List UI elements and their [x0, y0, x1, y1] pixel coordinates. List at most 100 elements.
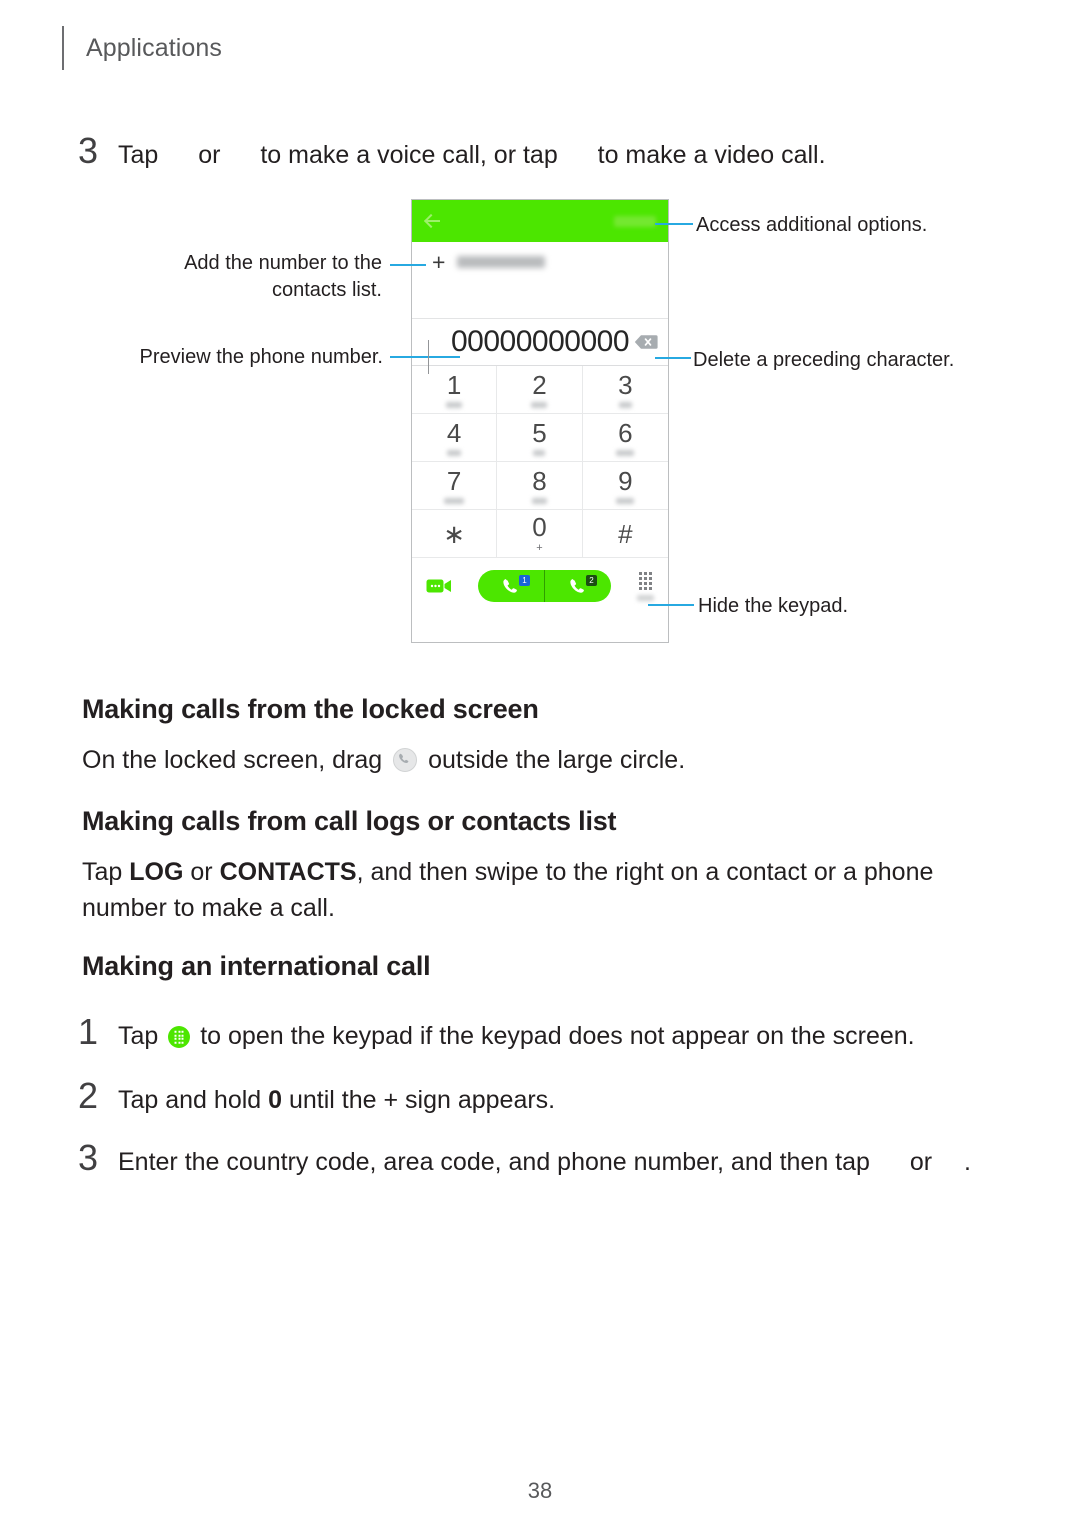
paragraph-call-logs: Tap LOG or CONTACTS, and then swipe to t… — [82, 854, 1012, 927]
key-digit: ∗ — [443, 518, 466, 549]
step-text: Tap to open the keypad if the keypad doe… — [118, 1020, 915, 1054]
key-digit: 1 — [446, 369, 462, 400]
intl1-part-1: Tap — [118, 1022, 159, 1050]
key-asterisk[interactable]: ∗ — [412, 510, 498, 558]
key-8[interactable]: 8 — [497, 462, 583, 510]
more-options-icon[interactable] — [614, 215, 656, 227]
contacts-tab-label: CONTACTS — [219, 858, 357, 886]
step-text-part-4: to make a video call. — [597, 141, 826, 169]
key-sublabel — [531, 401, 548, 408]
callout-delete-character: Delete a preceding character. — [693, 349, 955, 371]
add-to-contacts-row[interactable]: + — [412, 242, 668, 282]
intl3-part-2: or — [909, 1148, 933, 1176]
intl1-part-2: to open the keypad if the keypad does no… — [200, 1022, 915, 1050]
sim1-badge: 1 — [519, 575, 530, 586]
leader-line-access-options — [655, 223, 693, 225]
key-digit: 2 — [532, 369, 547, 400]
sim2-badge: 2 — [586, 575, 597, 586]
header-divider — [62, 26, 64, 70]
call-buttons-group[interactable]: 1 2 — [478, 570, 611, 602]
callout-preview-number: Preview the phone number. — [139, 346, 384, 368]
key-zero-label: 0 — [268, 1086, 283, 1114]
page-title: Applications — [86, 33, 223, 62]
key-sublabel — [447, 449, 462, 456]
key-0[interactable]: 0 + — [497, 510, 583, 558]
step-international-2: 2 Tap and hold 0 until the + sign appear… — [78, 1078, 978, 1118]
key-7[interactable]: 7 — [412, 462, 498, 510]
heading-locked-screen: Making calls from the locked screen — [82, 694, 539, 724]
key-2[interactable]: 2 — [497, 366, 583, 414]
key-3[interactable]: 3 — [582, 366, 668, 414]
step-number: 3 — [78, 1137, 99, 1178]
leader-line-hide-keypad — [648, 604, 694, 606]
key-sublabel — [616, 497, 635, 504]
page-number: 38 — [527, 1478, 553, 1503]
step-voice-video-call: 3 Tap or to make a voice call, or tap to… — [78, 133, 978, 173]
key-6[interactable]: 6 — [582, 414, 668, 462]
logs-body-part-2: or — [183, 858, 220, 886]
key-digit: 6 — [618, 417, 633, 448]
heading-international-call: Making an international call — [82, 951, 431, 981]
step-text-part-2: or — [198, 141, 221, 169]
logs-body-part-1: Tap — [82, 858, 130, 886]
add-to-contacts-label — [457, 256, 546, 268]
phone-action-bar: 1 2 — [412, 558, 668, 614]
step-text: Tap or to make a voice call, or tap to m… — [118, 139, 826, 173]
key-sublabel — [446, 401, 463, 408]
key-hash[interactable]: # — [582, 510, 668, 558]
key-digit: 5 — [532, 417, 547, 448]
key-digit: 7 — [446, 465, 462, 496]
step-number: 1 — [78, 1011, 99, 1052]
key-digit: 4 — [446, 417, 462, 448]
back-arrow-icon[interactable] — [424, 212, 442, 230]
step-international-1: 1 Tap to open the keypad if the keypad d… — [78, 1014, 978, 1054]
intl3-part-3: . — [963, 1148, 971, 1176]
key-9[interactable]: 9 — [582, 462, 668, 510]
keypad-toggle-sublabel — [637, 594, 654, 601]
phone-topbar — [412, 200, 668, 242]
key-4[interactable]: 4 — [412, 414, 498, 462]
key-5[interactable]: 5 — [497, 414, 583, 462]
keypad-icon[interactable] — [637, 571, 654, 601]
backspace-icon[interactable] — [634, 335, 658, 350]
callout-add-to-contacts: Add the number to the contacts list. — [184, 252, 382, 301]
step-number: 3 — [78, 130, 99, 171]
phone-mockup: + 00000000000 1 2 3 4 5 6 7 8 9 ∗ 0 + # … — [411, 199, 669, 643]
key-sublabel — [533, 449, 546, 456]
call-button-sim1[interactable]: 1 — [478, 570, 544, 602]
key-digit: 8 — [532, 465, 547, 496]
dial-keypad[interactable]: 1 2 3 4 5 6 7 8 9 ∗ 0 + # — [412, 365, 668, 558]
intl2-part-2: until the + sign appears. — [282, 1086, 556, 1114]
leader-vert-preview — [428, 340, 429, 374]
key-sublabel — [618, 401, 632, 408]
locked-body-part-1: On the locked screen, drag — [82, 746, 383, 774]
page-header: Applications — [62, 22, 222, 74]
leader-line-add-contacts — [390, 264, 426, 266]
step-text-part-1: Tap — [118, 141, 159, 169]
leader-line-delete — [655, 357, 691, 359]
key-digit: 9 — [618, 465, 633, 496]
keypad-dots — [639, 571, 652, 590]
video-call-icon[interactable] — [426, 577, 452, 595]
log-tab-label: LOG — [129, 858, 184, 886]
callout-hide-keypad: Hide the keypad. — [698, 595, 849, 617]
key-plus-sublabel: + — [536, 541, 543, 554]
locked-body-part-2: outside the large circle. — [428, 746, 686, 774]
step-number: 2 — [78, 1075, 99, 1116]
paragraph-locked-screen: On the locked screen, drag outside the l… — [82, 742, 982, 778]
step-text: Enter the country code, area code, and p… — [118, 1146, 971, 1180]
key-digit: # — [618, 518, 633, 549]
intl3-part-1: Enter the country code, area code, and p… — [118, 1148, 870, 1176]
key-digit: 0 — [532, 511, 547, 542]
plus-icon: + — [432, 248, 446, 275]
key-digit: 3 — [618, 369, 633, 400]
callout-access-options: Access additional options. — [696, 214, 928, 236]
step-text: Tap and hold 0 until the + sign appears. — [118, 1084, 555, 1118]
key-sublabel — [616, 449, 635, 456]
intl2-part-1: Tap and hold — [118, 1086, 269, 1114]
key-1[interactable]: 1 — [412, 366, 498, 414]
call-button-sim2[interactable]: 2 — [544, 570, 611, 602]
number-preview-text: 00000000000 — [450, 325, 630, 358]
leader-line-preview — [390, 356, 460, 358]
heading-call-logs: Making calls from call logs or contacts … — [82, 806, 617, 836]
